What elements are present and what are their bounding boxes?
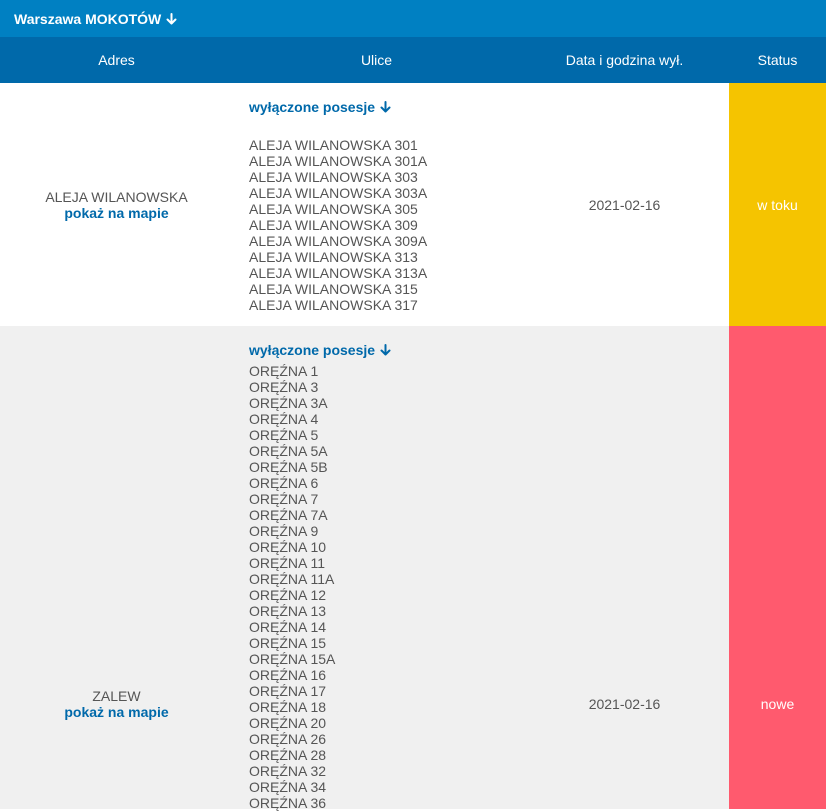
street-list: ORĘŹNA 1 ORĘŹNA 3 ORĘŹNA 3A ORĘŹNA 4 ORĘ… (249, 363, 509, 811)
column-header-ulice: Ulice (360, 52, 393, 68)
list-item: ORĘŹNA 17 (249, 683, 327, 699)
column-header-data: Data i godzina wył. (565, 52, 684, 68)
list-item: ORĘŹNA 7 (249, 491, 319, 507)
list-item: ORĘŹNA 16 (249, 667, 327, 683)
status-text: w toku (757, 196, 798, 213)
list-item: ORĘŹNA 15A (249, 651, 336, 667)
list-item: ALEJA WILANOWSKA 301A (249, 153, 428, 169)
list-item: ORĘŹNA 28 (249, 747, 327, 763)
show-on-map-link[interactable]: pokaż na mapie (64, 704, 168, 720)
table-header: Adres Ulice Data i godzina wył. Status (0, 37, 826, 83)
list-item: ORĘŹNA 32 (249, 763, 327, 779)
list-item: ALEJA WILANOWSKA 309A (249, 233, 428, 249)
list-item: ALEJA WILANOWSKA 317 (249, 297, 418, 313)
column-header-status: Status (757, 52, 798, 68)
list-item: ALEJA WILANOWSKA 313A (249, 265, 428, 281)
arrow-down-icon (166, 12, 177, 25)
table-row: ZALEW pokaż na mapie wyłączone posesje O… (0, 326, 826, 811)
list-item: ORĘŹNA 5 (249, 427, 319, 443)
list-item: ORĘŹNA 5A (249, 443, 328, 459)
excluded-properties-toggle[interactable]: wyłączone posesje (249, 342, 391, 358)
address-cell: ALEJA WILANOWSKA pokaż na mapie (0, 83, 233, 326)
list-item: ORĘŹNA 12 (249, 587, 327, 603)
list-item: ORĘŹNA 4 (249, 411, 319, 427)
list-item: ORĘŹNA 1 (249, 363, 319, 379)
list-item: ALEJA WILANOWSKA 313 (249, 249, 418, 265)
address-text: ALEJA WILANOWSKA (45, 188, 188, 205)
list-item: ORĘŹNA 14 (249, 619, 327, 635)
arrow-down-icon (380, 101, 391, 113)
excluded-properties-label: wyłączone posesje (249, 342, 376, 358)
list-item: ORĘŹNA 7A (249, 507, 328, 523)
excluded-properties-toggle[interactable]: wyłączone posesje (249, 99, 391, 115)
streets-cell: wyłączone posesje ORĘŹNA 1 ORĘŹNA 3 ORĘŹ… (249, 342, 509, 811)
status-text: nowe (760, 696, 795, 712)
list-item: ALEJA WILANOWSKA 315 (249, 281, 418, 297)
street-list: ALEJA WILANOWSKA 301 ALEJA WILANOWSKA 30… (249, 137, 509, 313)
list-item: ALEJA WILANOWSKA 309 (249, 217, 418, 233)
status-badge: nowe (729, 326, 826, 809)
list-item: ORĘŹNA 10 (249, 539, 327, 555)
show-on-map-link[interactable]: pokaż na mapie (64, 205, 168, 221)
list-item: ORĘŹNA 3 (249, 379, 319, 395)
region-title: Warszawa MOKOTÓW (14, 10, 162, 27)
list-item: ORĘŹNA 34 (249, 779, 327, 795)
list-item: ALEJA WILANOWSKA 301 (249, 137, 418, 153)
status-badge: w toku (729, 83, 826, 326)
excluded-properties-label: wyłączone posesje (249, 99, 376, 115)
list-item: ORĘŹNA 5B (249, 459, 328, 475)
list-item: ORĘŹNA 13 (249, 603, 327, 619)
table-row: ALEJA WILANOWSKA pokaż na mapie wyłączon… (0, 83, 826, 326)
list-item: ORĘŹNA 6 (249, 475, 319, 491)
arrow-down-icon (380, 344, 391, 356)
list-item: ALEJA WILANOWSKA 303 (249, 169, 418, 185)
list-item: ORĘŹNA 15 (249, 635, 327, 651)
region-header[interactable]: Warszawa MOKOTÓW (0, 0, 826, 37)
list-item: ORĘŹNA 9 (249, 523, 319, 539)
list-item: ALEJA WILANOWSKA 305 (249, 201, 418, 217)
list-item: ORĘŹNA 3A (249, 395, 328, 411)
date-cell: 2021-02-16 (520, 83, 729, 326)
list-item: ORĘŹNA 11A (249, 571, 335, 587)
list-item: ORĘŹNA 20 (249, 715, 327, 731)
list-item: ORĘŹNA 11 (249, 555, 325, 571)
streets-cell: wyłączone posesje ALEJA WILANOWSKA 301 A… (249, 99, 509, 313)
address-text: ZALEW (92, 688, 141, 704)
date-text: 2021-02-16 (588, 196, 661, 213)
column-header-adres: Adres (98, 52, 135, 68)
address-cell: ZALEW pokaż na mapie (0, 326, 233, 809)
date-text: 2021-02-16 (588, 696, 661, 712)
list-item: ALEJA WILANOWSKA 303A (249, 185, 428, 201)
date-cell: 2021-02-16 (520, 326, 729, 809)
list-item: ORĘŹNA 26 (249, 731, 327, 747)
list-item: ORĘŹNA 18 (249, 699, 327, 715)
